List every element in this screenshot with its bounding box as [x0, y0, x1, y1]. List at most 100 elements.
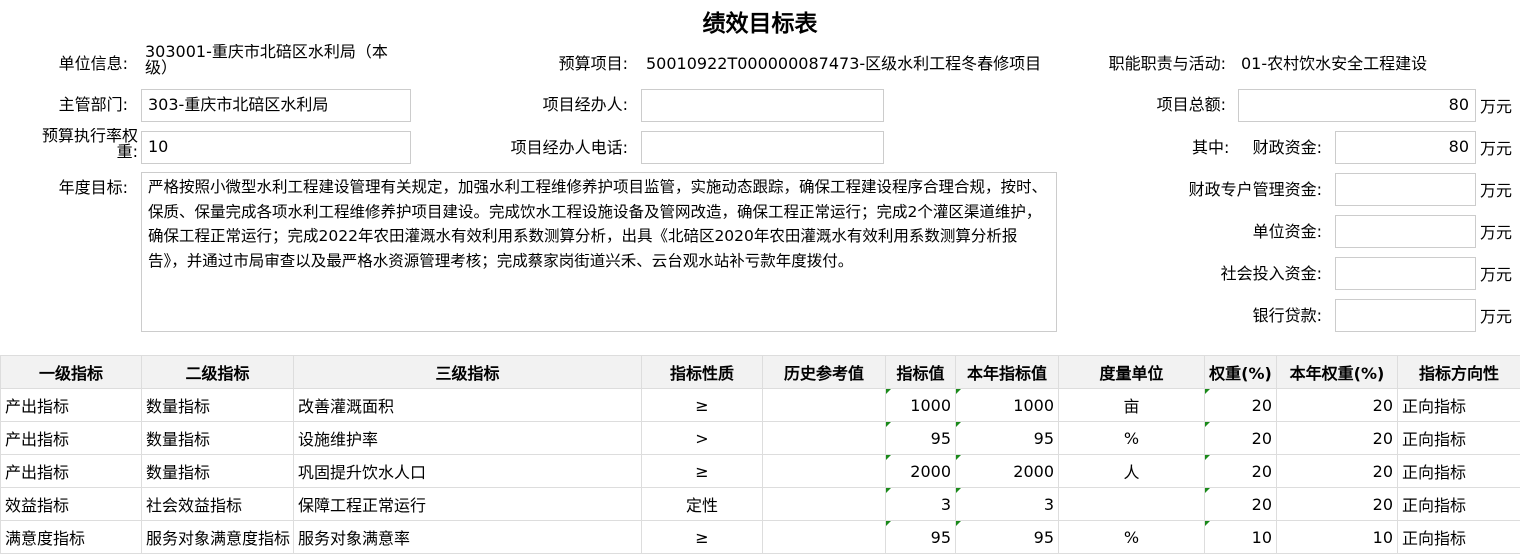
cell-weight[interactable]: 20: [1204, 454, 1277, 488]
dept-field[interactable]: 303-重庆市北碚区水利局: [141, 89, 411, 122]
cell-direction: 正向指标: [1397, 487, 1520, 521]
cell-year-weight: 20: [1276, 487, 1398, 521]
col-header-year-value: 本年指标值: [955, 355, 1059, 389]
fiscal-field[interactable]: 80: [1335, 131, 1476, 164]
cell-nature: 定性: [641, 487, 763, 521]
manager-phone-field[interactable]: [641, 131, 884, 164]
cell-weight[interactable]: 20: [1204, 421, 1277, 455]
cell-nature: ≥: [641, 520, 763, 554]
col-header-year-weight: 本年权重(%): [1276, 355, 1398, 389]
cell-weight[interactable]: 10: [1204, 520, 1277, 554]
col-header-weight: 权重(%): [1204, 355, 1277, 389]
cell-level1: 满意度指标: [0, 520, 142, 554]
table-row: 产出指标 数量指标 改善灌溉面积 ≥ 1000 1000 亩 20 20 正向指…: [0, 388, 1520, 422]
cell-value[interactable]: 3: [885, 487, 956, 521]
own-field[interactable]: [1335, 215, 1476, 248]
cell-level2: 数量指标: [141, 454, 294, 488]
total-label: 项目总额:: [1156, 95, 1226, 114]
cell-unit: 人: [1058, 454, 1205, 488]
cell-level1: 效益指标: [0, 487, 142, 521]
cell-level2: 数量指标: [141, 421, 294, 455]
cell-year-weight: 20: [1276, 421, 1398, 455]
col-header-history: 历史参考值: [762, 355, 886, 389]
cell-year-weight: 20: [1276, 388, 1398, 422]
col-header-value: 指标值: [885, 355, 956, 389]
cell-year-value[interactable]: 2000: [955, 454, 1059, 488]
cell-level1: 产出指标: [0, 421, 142, 455]
own-label: 单位资金:: [1252, 222, 1322, 241]
cell-unit: %: [1058, 421, 1205, 455]
special-label: 财政专户管理资金:: [1188, 180, 1322, 199]
cell-value[interactable]: 2000: [885, 454, 956, 488]
table-row: 满意度指标 服务对象满意度指标 服务对象满意率 ≥ 95 95 % 10 10 …: [0, 520, 1520, 554]
social-unit: 万元: [1480, 265, 1513, 284]
loan-field[interactable]: [1335, 299, 1476, 332]
cell-level3: 巩固提升饮水人口: [293, 454, 642, 488]
cell-history[interactable]: [762, 388, 886, 422]
cell-year-value[interactable]: 3: [955, 487, 1059, 521]
col-header-level2: 二级指标: [141, 355, 294, 389]
cell-weight[interactable]: 20: [1204, 388, 1277, 422]
social-label: 社会投入资金:: [1220, 264, 1322, 283]
unit-label: 单位信息:: [58, 54, 128, 73]
cell-level2: 数量指标: [141, 388, 294, 422]
goal-label: 年度目标:: [58, 178, 128, 197]
cell-weight[interactable]: 20: [1204, 487, 1277, 521]
indicator-table: 一级指标 二级指标 三级指标 指标性质 历史参考值 指标值 本年指标值 度量单位…: [0, 355, 1520, 554]
loan-unit: 万元: [1480, 307, 1513, 326]
cell-year-weight: 10: [1276, 520, 1398, 554]
cell-nature: ≥: [641, 388, 763, 422]
cell-nature: ≥: [641, 454, 763, 488]
cell-history[interactable]: [762, 487, 886, 521]
cell-history[interactable]: [762, 454, 886, 488]
cell-unit: [1058, 487, 1205, 521]
table-row: 产出指标 数量指标 巩固提升饮水人口 ≥ 2000 2000 人 20 20 正…: [0, 454, 1520, 488]
page-title: 绩效目标表: [702, 11, 818, 37]
cell-level1: 产出指标: [0, 388, 142, 422]
col-header-direction: 指标方向性: [1397, 355, 1520, 389]
cell-history[interactable]: [762, 520, 886, 554]
cell-year-value[interactable]: 95: [955, 520, 1059, 554]
special-field[interactable]: [1335, 173, 1476, 206]
cell-level3: 服务对象满意率: [293, 520, 642, 554]
cell-value[interactable]: 1000: [885, 388, 956, 422]
manager-field[interactable]: [641, 89, 884, 122]
table-header-row: 一级指标 二级指标 三级指标 指标性质 历史参考值 指标值 本年指标值 度量单位…: [0, 355, 1520, 389]
col-header-unit: 度量单位: [1058, 355, 1205, 389]
total-field[interactable]: 80: [1238, 89, 1476, 122]
cell-nature: >: [641, 421, 763, 455]
cell-unit: %: [1058, 520, 1205, 554]
special-unit: 万元: [1480, 181, 1513, 200]
unit-value: 303001-重庆市北碚区水利局（本级）: [145, 44, 388, 77]
cell-year-value[interactable]: 1000: [955, 388, 1059, 422]
goal-textarea[interactable]: 严格按照小微型水利工程建设管理有关规定，加强水利工程维修养护项目监管，实施动态跟…: [141, 172, 1057, 332]
cell-level2: 社会效益指标: [141, 487, 294, 521]
cell-history[interactable]: [762, 421, 886, 455]
cell-level3: 保障工程正常运行: [293, 487, 642, 521]
dept-label: 主管部门:: [58, 95, 128, 114]
social-field[interactable]: [1335, 257, 1476, 290]
cell-level2: 服务对象满意度指标: [141, 520, 294, 554]
cell-level3: 改善灌溉面积: [293, 388, 642, 422]
fiscal-unit: 万元: [1480, 139, 1513, 158]
cell-unit: 亩: [1058, 388, 1205, 422]
cell-value[interactable]: 95: [885, 520, 956, 554]
cell-direction: 正向指标: [1397, 421, 1520, 455]
rate-label: 预算执行率权重:: [41, 128, 138, 161]
cell-direction: 正向指标: [1397, 454, 1520, 488]
col-header-level3: 三级指标: [293, 355, 642, 389]
duty-label: 职能职责与活动:: [1108, 54, 1226, 73]
rate-field[interactable]: 10: [141, 131, 411, 164]
total-unit: 万元: [1480, 97, 1513, 116]
cell-year-value[interactable]: 95: [955, 421, 1059, 455]
cell-direction: 正向指标: [1397, 388, 1520, 422]
cell-value[interactable]: 95: [885, 421, 956, 455]
own-unit: 万元: [1480, 223, 1513, 242]
budget-item-label: 预算项目:: [558, 54, 628, 73]
fiscal-label: 财政资金:: [1252, 138, 1322, 157]
cell-year-weight: 20: [1276, 454, 1398, 488]
among-label: 其中:: [1192, 138, 1230, 157]
manager-label: 项目经办人:: [542, 95, 628, 114]
cell-level1: 产出指标: [0, 454, 142, 488]
col-header-nature: 指标性质: [641, 355, 763, 389]
